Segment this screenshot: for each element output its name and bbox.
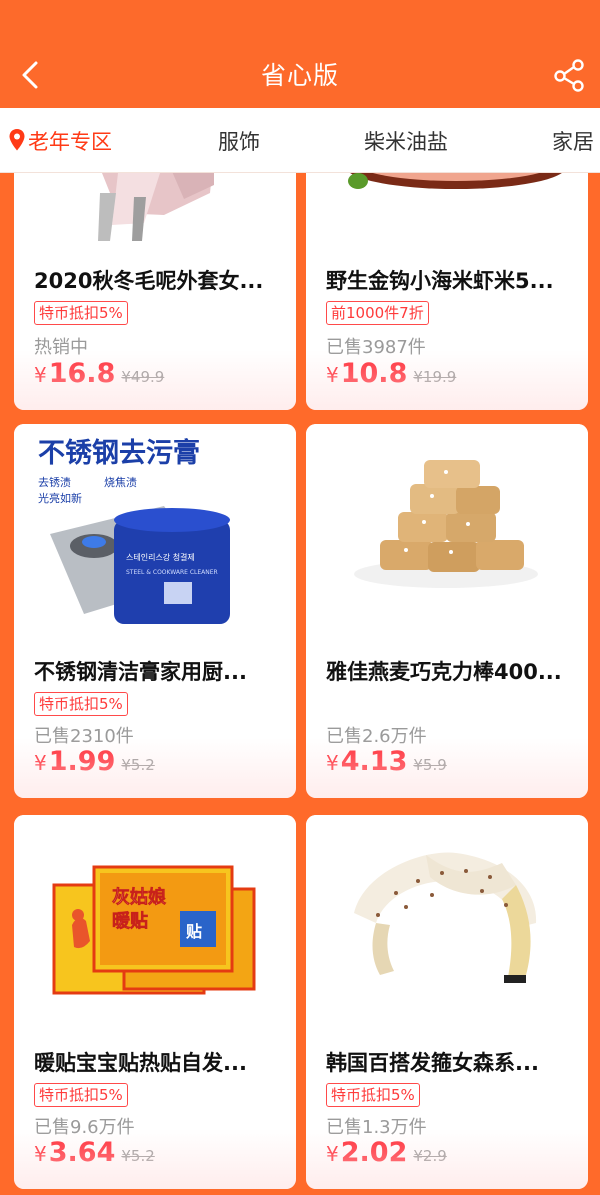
image-word: 贴 (186, 922, 202, 941)
image-sub: STEEL & COOKWARE CLEANER (126, 569, 218, 576)
currency-symbol: ¥ (326, 1142, 339, 1166)
price-value: 16.8 (48, 358, 116, 389)
product-card[interactable]: 雅佳燕麦巧克力棒400... 已售2.6万件 ¥4.13 ¥5.9 (306, 424, 588, 798)
product-card[interactable]: 灰姑娘 暖贴 贴 暖贴宝宝贴热贴自发... 特币抵扣5% 已售9.6万件 ¥3.… (14, 815, 296, 1189)
sales-count: 已售1.3万件 (326, 1117, 427, 1138)
page-title: 省心版 (260, 61, 339, 90)
original-price: ¥5.2 (121, 756, 155, 774)
product-card[interactable]: 韩国百搭发箍女森系... 特币抵扣5% 已售1.3万件 ¥2.02 ¥2.9 (306, 815, 588, 1189)
price: ¥10.8 ¥19.9 (326, 358, 456, 389)
price-value: 1.99 (48, 746, 116, 777)
oat-bar-image (306, 424, 588, 644)
product-name: 2020秋冬毛呢外套女... (34, 269, 264, 293)
top-bar: 省心版 (0, 0, 600, 108)
original-price: ¥5.9 (413, 756, 447, 774)
promo-tag: 前1000件7折 (326, 301, 429, 325)
original-price: ¥2.9 (413, 1147, 447, 1165)
cleaner-image: 不锈钢去污膏 去锈渍 烧焦渍 光亮如新 스테인리스강 청결제 STEEL & C… (14, 424, 296, 644)
sales-count: 已售2310件 (34, 726, 134, 747)
price-value: 3.64 (48, 1137, 116, 1168)
tab-groceries[interactable]: 柴米油盐 (364, 126, 448, 156)
tab-elderly[interactable]: 老年专区 (28, 126, 112, 156)
currency-symbol: ¥ (34, 363, 47, 387)
sales-count: 已售3987件 (326, 337, 426, 358)
promo-tag: 特币抵扣5% (34, 692, 128, 716)
category-tabs: 老年专区 服饰 柴米油盐 家居 (0, 108, 600, 173)
image-point: 光亮如新 (38, 491, 82, 505)
promo-tag: 特币抵扣5% (34, 301, 128, 325)
tab-home[interactable]: 家居 (552, 126, 594, 156)
price-value: 2.02 (340, 1137, 408, 1168)
original-price: ¥49.9 (121, 368, 165, 386)
currency-symbol: ¥ (34, 1142, 47, 1166)
price: ¥16.8 ¥49.9 (34, 358, 164, 389)
original-price: ¥5.2 (121, 1147, 155, 1165)
tab-clothing[interactable]: 服饰 (218, 126, 260, 156)
product-name: 暖贴宝宝贴热贴自发... (34, 1051, 247, 1075)
product-name: 不锈钢清洁膏家用厨... (34, 660, 247, 684)
product-name: 野生金钩小海米虾米5... (326, 269, 554, 293)
sales-status: 热销中 (34, 337, 88, 358)
price: ¥1.99 ¥5.2 (34, 746, 155, 777)
shrimp-image (306, 173, 588, 243)
product-name: 雅佳燕麦巧克力棒400... (326, 660, 562, 684)
product-name: 韩国百搭发箍女森系... (326, 1051, 539, 1075)
price-value: 10.8 (340, 358, 408, 389)
product-card[interactable]: 野生金钩小海米虾米5... 前1000件7折 已售3987件 ¥10.8 ¥19.… (306, 173, 588, 410)
price: ¥2.02 ¥2.9 (326, 1137, 447, 1168)
currency-symbol: ¥ (34, 751, 47, 775)
product-grid: 2020秋冬毛呢外套女... 特币抵扣5% 热销中 ¥16.8 ¥49.9 野生金… (0, 173, 600, 1195)
original-price: ¥19.9 (413, 368, 457, 386)
sales-count: 已售2.6万件 (326, 726, 427, 747)
image-brand: 灰姑娘 (112, 886, 166, 908)
image-headline: 不锈钢去污膏 (38, 437, 200, 469)
currency-symbol: ¥ (326, 751, 339, 775)
image-product: 暖贴 (112, 910, 148, 932)
headband-image (306, 815, 588, 1035)
price: ¥4.13 ¥5.9 (326, 746, 447, 777)
location-pin-icon (9, 129, 25, 151)
image-label: 스테인리스강 청결제 (126, 552, 195, 562)
product-card[interactable]: 不锈钢去污膏 去锈渍 烧焦渍 光亮如新 스테인리스강 청결제 STEEL & C… (14, 424, 296, 798)
share-icon[interactable] (552, 58, 586, 92)
sales-count: 已售9.6万件 (34, 1117, 135, 1138)
currency-symbol: ¥ (326, 363, 339, 387)
coat-image (14, 173, 296, 243)
heat-patch-image: 灰姑娘 暖贴 贴 (14, 815, 296, 1035)
image-point: 烧焦渍 (104, 476, 137, 489)
image-point: 去锈渍 (38, 476, 71, 489)
price-value: 4.13 (340, 746, 408, 777)
promo-tag: 特币抵扣5% (34, 1083, 128, 1107)
price: ¥3.64 ¥5.2 (34, 1137, 155, 1168)
promo-tag: 特币抵扣5% (326, 1083, 420, 1107)
product-card[interactable]: 2020秋冬毛呢外套女... 特币抵扣5% 热销中 ¥16.8 ¥49.9 (14, 173, 296, 410)
